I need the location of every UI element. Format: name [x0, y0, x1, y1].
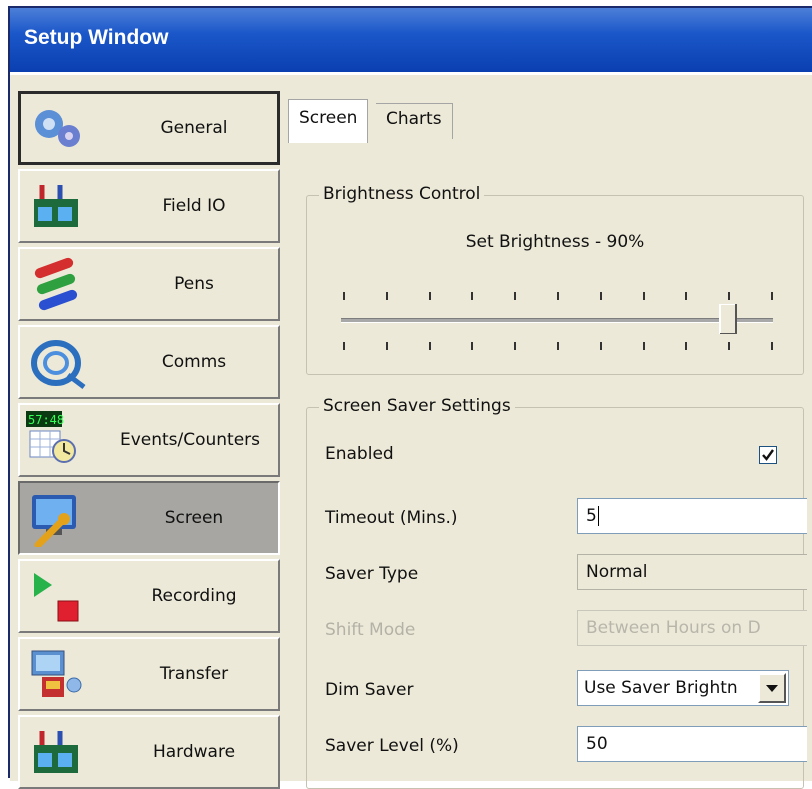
- slider-tick: [642, 342, 645, 350]
- sidebar-item-label: Pens: [174, 274, 214, 294]
- sidebar-item-label: Transfer: [159, 664, 229, 684]
- hardware-icon: [34, 731, 78, 773]
- sidebar-item-label: Events/Counters: [119, 430, 261, 450]
- shift-mode-field: Between Hours on D: [577, 610, 807, 646]
- slider-tick: [685, 292, 688, 300]
- gears-icon: [35, 110, 80, 147]
- saver-group-label: Screen Saver Settings: [319, 396, 515, 416]
- slider-tick: [599, 292, 602, 300]
- slider-tick: [771, 342, 773, 350]
- window-client-area: General Field IO Pens Comms 57:48 Events…: [10, 72, 812, 789]
- brightness-readout: Set Brightness - 90%: [465, 232, 645, 252]
- slider-tick: [471, 292, 474, 300]
- sidebar-item-screen[interactable]: Screen: [18, 481, 280, 555]
- sidebar-item-transfer[interactable]: Transfer: [18, 637, 280, 711]
- sidebar-item-label: Hardware: [152, 742, 236, 762]
- enabled-label: Enabled: [325, 444, 394, 464]
- slider-tick: [471, 342, 474, 350]
- events-counters-icon: 57:48: [26, 411, 76, 463]
- slider-tick: [557, 342, 559, 350]
- slider-tick: [599, 342, 602, 350]
- sidebar-item-field-io[interactable]: Field IO: [18, 169, 280, 243]
- slider-tick: [685, 342, 688, 350]
- brightness-slider[interactable]: [337, 286, 777, 356]
- sidebar-item-label: Comms: [161, 352, 227, 372]
- slider-tick: [428, 342, 431, 350]
- timeout-value: 5: [586, 506, 597, 526]
- slider-track: [341, 318, 773, 323]
- setup-window: Setup Window General Field IO Pens Comms…: [8, 6, 812, 789]
- tab-charts[interactable]: Charts: [376, 103, 453, 139]
- dropdown-arrow-button[interactable]: [758, 673, 786, 703]
- sidebar-item-label: General: [160, 118, 228, 138]
- sidebar-item-label: Screen: [164, 508, 224, 528]
- brightness-group-label: Brightness Control: [319, 184, 485, 204]
- text-caret: [597, 506, 599, 526]
- shift-mode-label: Shift Mode: [325, 620, 416, 640]
- slider-tick: [771, 292, 773, 300]
- slider-thumb[interactable]: [718, 304, 738, 334]
- brightness-control-group: Brightness Control Set Brightness - 90%: [306, 184, 804, 375]
- title-bar[interactable]: Setup Window: [10, 8, 812, 72]
- sidebar-item-recording[interactable]: Recording: [18, 559, 280, 633]
- saver-type-field: Normal: [577, 554, 807, 590]
- transfer-icon: [31, 650, 82, 697]
- sidebar-item-pens[interactable]: Pens: [18, 247, 280, 321]
- slider-tick: [728, 292, 731, 300]
- sidebar-item-general[interactable]: General: [18, 91, 280, 165]
- sidebar-item-label: Recording: [151, 586, 237, 606]
- slider-tick: [428, 292, 431, 300]
- sidebar-item-events-counters[interactable]: 57:48 Events/Counters: [18, 403, 280, 477]
- pens-icon: [34, 257, 78, 311]
- timeout-label: Timeout (Mins.): [325, 508, 458, 528]
- sidebar-item-comms[interactable]: Comms: [18, 325, 280, 399]
- slider-tick: [642, 292, 645, 300]
- field-io-icon: [34, 185, 78, 227]
- check-icon: [762, 449, 774, 461]
- slider-tick: [514, 292, 517, 300]
- settings-panel: Screen Charts Brightness Control Set Bri…: [286, 91, 812, 789]
- cable-icon: [31, 340, 86, 389]
- counter-text: 57:48: [28, 413, 64, 427]
- record-icon: [34, 573, 79, 622]
- tab-screen[interactable]: Screen: [288, 99, 369, 143]
- slider-tick: [385, 292, 388, 300]
- slider-tick: [557, 292, 559, 300]
- screen-saver-group: Screen Saver Settings Enabled Timeout (M…: [306, 396, 807, 789]
- enabled-checkbox[interactable]: [759, 446, 777, 464]
- chevron-down-icon: [766, 685, 778, 692]
- slider-tick: [385, 342, 388, 350]
- saver-level-input[interactable]: 50: [577, 726, 807, 762]
- dim-saver-label: Dim Saver: [325, 680, 414, 700]
- sidebar-item-label: Field IO: [162, 196, 226, 216]
- saver-type-label: Saver Type: [325, 564, 419, 584]
- slider-tick: [514, 342, 517, 350]
- slider-tick: [343, 342, 345, 350]
- timeout-input[interactable]: 5: [577, 498, 807, 534]
- slider-tick: [343, 292, 345, 300]
- slider-tick: [728, 342, 731, 350]
- dim-saver-value: Use Saver Brightn: [584, 678, 738, 698]
- window-title: Setup Window: [24, 26, 169, 49]
- saver-level-label: Saver Level (%): [325, 736, 459, 756]
- screen-wrench-icon: [32, 495, 76, 547]
- dim-saver-dropdown[interactable]: Use Saver Brightn: [577, 670, 789, 706]
